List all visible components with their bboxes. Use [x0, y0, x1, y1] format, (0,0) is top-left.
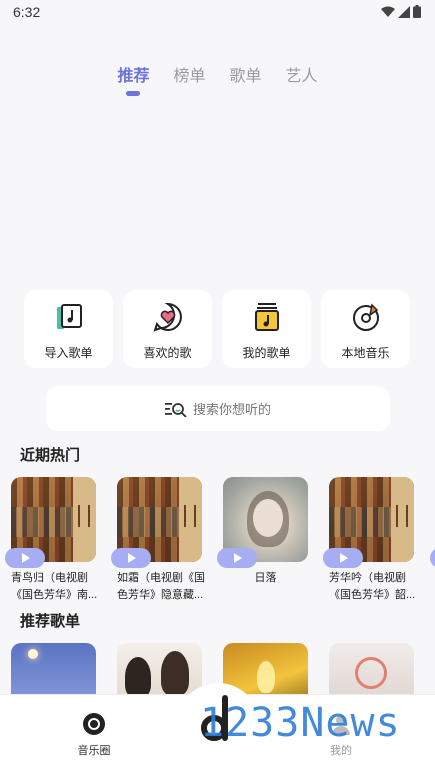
quick-action-label: 本地音乐 — [341, 346, 390, 360]
my-playlist-icon — [254, 303, 279, 331]
local-music-button[interactable]: 本地音乐 — [321, 290, 410, 368]
signal-icon — [398, 5, 410, 18]
tab-label: 榜单 — [173, 68, 206, 85]
local-music-disc-icon — [352, 303, 379, 331]
tab-label: 推荐 — [117, 68, 150, 85]
play-button[interactable] — [111, 548, 151, 568]
song-title: 如霜（电视剧《国色芳华》隐意藏... — [117, 572, 205, 601]
song-title: 青鸟归（电视剧《国色芳华》南... — [11, 572, 98, 601]
search-placeholder: 搜索你想听的 — [192, 402, 271, 417]
liked-songs-button[interactable]: 喜欢的歌 — [123, 290, 212, 368]
music-circle-icon — [83, 713, 105, 735]
top-tabs: 推荐 榜单 歌单 艺人 — [0, 62, 435, 96]
watermark-text: 1233News — [200, 700, 401, 746]
song-title: 芳华吟（电视剧《国色芳华》韶... — [329, 572, 416, 601]
status-bar: 6:32 — [0, 0, 435, 26]
heart-chat-icon — [152, 302, 182, 332]
quick-actions: 导入歌单 喜欢的歌 我的歌单 本地音乐 — [24, 290, 410, 368]
quick-action-label: 导入歌单 — [44, 346, 93, 360]
tab-label: 艺人 — [285, 68, 318, 85]
wifi-icon — [381, 6, 395, 17]
tab-charts[interactable]: 榜单 — [171, 62, 207, 86]
tab-playlists[interactable]: 歌单 — [228, 62, 264, 86]
play-button[interactable] — [217, 548, 257, 568]
search-list-icon — [164, 402, 187, 417]
next-card-peek — [430, 548, 435, 568]
nav-music-circle[interactable]: 音乐圈 — [49, 695, 139, 773]
quick-action-label: 我的歌单 — [242, 346, 291, 360]
active-tab-indicator — [126, 91, 141, 96]
import-playlist-button[interactable]: 导入歌单 — [24, 290, 113, 368]
hot-song-card[interactable]: 日落 — [217, 477, 308, 604]
status-time: 6:32 — [13, 4, 41, 20]
quick-action-label: 喜欢的歌 — [143, 346, 192, 360]
status-icons — [381, 5, 421, 18]
play-button[interactable] — [323, 548, 363, 568]
section-title-playlists: 推荐歌单 — [20, 613, 81, 630]
nav-label: 音乐圈 — [77, 745, 111, 757]
my-playlist-button[interactable]: 我的歌单 — [222, 290, 311, 368]
hot-song-card[interactable]: 如霜（电视剧《国色芳华》隐意藏... — [111, 477, 205, 604]
hot-song-card[interactable]: 芳华吟（电视剧《国色芳华》韶... — [323, 477, 416, 604]
hot-song-list: 青鸟归（电视剧《国色芳华》南... 如霜（电视剧《国色芳华》隐意藏... 日落 … — [5, 477, 416, 604]
section-title-hot: 近期热门 — [20, 447, 81, 464]
play-button[interactable] — [5, 548, 45, 568]
search-input[interactable]: 搜索你想听的 — [46, 386, 390, 431]
import-playlist-icon — [56, 304, 82, 329]
tab-label: 歌单 — [229, 68, 262, 85]
tab-recommend[interactable]: 推荐 — [115, 62, 151, 96]
song-title: 日落 — [254, 572, 277, 584]
tab-artists[interactable]: 艺人 — [284, 62, 320, 86]
hot-song-card[interactable]: 青鸟归（电视剧《国色芳华》南... — [5, 477, 98, 604]
battery-icon — [413, 5, 421, 18]
